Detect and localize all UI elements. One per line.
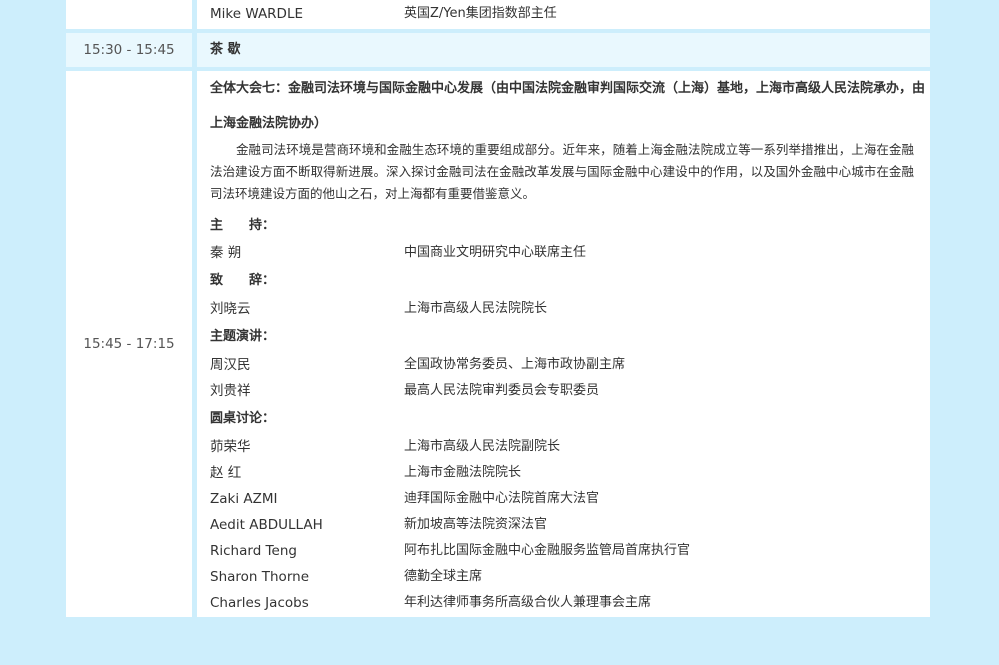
roundtable-row: 茆荣华 上海市高级人民法院副院长 [197,434,930,460]
speaker-name: Mike WARDLE [210,6,304,22]
agenda-row-tea-break: 15:30 - 15:45 茶 歇 [66,33,930,67]
speaker-name: 赵 红 [210,465,242,481]
host-row: 秦 朔 中国商业文明研究中心联席主任 [197,240,930,266]
host-heading: 主 持： [210,218,276,233]
session-description: 金融司法环境是营商环境和金融生态环境的重要组成部分。近年来，随着上海金融法院成立… [210,142,914,201]
speaker-name: 秦 朔 [210,245,242,261]
speaker-role: 新加坡高等法院资深法官 [404,517,548,532]
keynote-row: 刘贵祥 最高人民法院审判委员会专职委员 [197,378,930,404]
roundtable-row: Charles Jacobs 年利达律师事务所高级合伙人兼理事会主席 [197,590,930,616]
session-title: 全体大会七：金融司法环境与国际金融中心发展（由中国法院金融审判国际交流（上海）基… [210,81,926,131]
speaker-name: 刘晓云 [210,301,251,317]
speaker-role: 德勤全球主席 [404,569,483,584]
speaker-name: Charles Jacobs [210,595,309,611]
agenda-row-plenary-seven: 15:45 - 17:15 全体大会七：金融司法环境与国际金融中心发展（由中国法… [66,71,930,617]
speaker-name: Aedit ABDULLAH [210,517,323,533]
speaker-role: 年利达律师事务所高级合伙人兼理事会主席 [404,595,652,610]
roundtable-heading: 圆桌讨论： [210,411,276,426]
content-cell: 茶 歇 [197,33,930,67]
time-cell: 15:45 - 17:15 [66,71,192,617]
roundtable-row: Zaki AZMI 迪拜国际金融中心法院首席大法官 [197,486,930,512]
speaker-role: 阿布扎比国际金融中心金融服务监管局首席执行官 [404,543,691,558]
speaker-name: 刘贵祥 [210,383,251,399]
content-cell: 全体大会七：金融司法环境与国际金融中心发展（由中国法院金融审判国际交流（上海）基… [197,71,930,617]
speaker-name: Sharon Thorne [210,569,309,585]
speaker-row: Mike WARDLE 英国Z/Yen集团指数部主任 [197,1,930,27]
keynote-heading: 主题演讲： [210,329,276,344]
speaker-name: 周汉民 [210,357,251,373]
roundtable-row: Richard Teng 阿布扎比国际金融中心金融服务监管局首席执行官 [197,538,930,564]
address-heading: 致 辞： [210,273,276,288]
roundtable-row: Aedit ABDULLAH 新加坡高等法院资深法官 [197,512,930,538]
speaker-name: Zaki AZMI [210,491,278,507]
address-row: 刘晓云 上海市高级人民法院院长 [197,296,930,322]
speaker-name: Richard Teng [210,543,297,559]
roundtable-row: Sharon Thorne 德勤全球主席 [197,564,930,590]
speaker-role: 最高人民法院审判委员会专职委员 [404,383,600,398]
speaker-role: 迪拜国际金融中心法院首席大法官 [404,491,600,506]
break-label: 茶 歇 [210,42,241,57]
speaker-role: 中国商业文明研究中心联席主任 [404,245,587,260]
speaker-role: 英国Z/Yen集团指数部主任 [404,6,557,21]
speaker-role: 上海市高级人民法院副院长 [404,439,561,454]
speaker-name: 茆荣华 [210,439,251,455]
content-cell: Mike WARDLE 英国Z/Yen集团指数部主任 [197,0,930,29]
agenda-row-previous: Mike WARDLE 英国Z/Yen集团指数部主任 [66,0,930,29]
time-cell: 15:30 - 15:45 [66,33,192,67]
speaker-role: 全国政协常务委员、上海市政协副主席 [404,357,626,372]
keynote-row: 周汉民 全国政协常务委员、上海市政协副主席 [197,352,930,378]
speaker-role: 上海市高级人民法院院长 [404,301,548,316]
speaker-role: 上海市金融法院院长 [404,465,522,480]
time-cell [66,0,192,29]
roundtable-row: 赵 红 上海市金融法院院长 [197,460,930,486]
